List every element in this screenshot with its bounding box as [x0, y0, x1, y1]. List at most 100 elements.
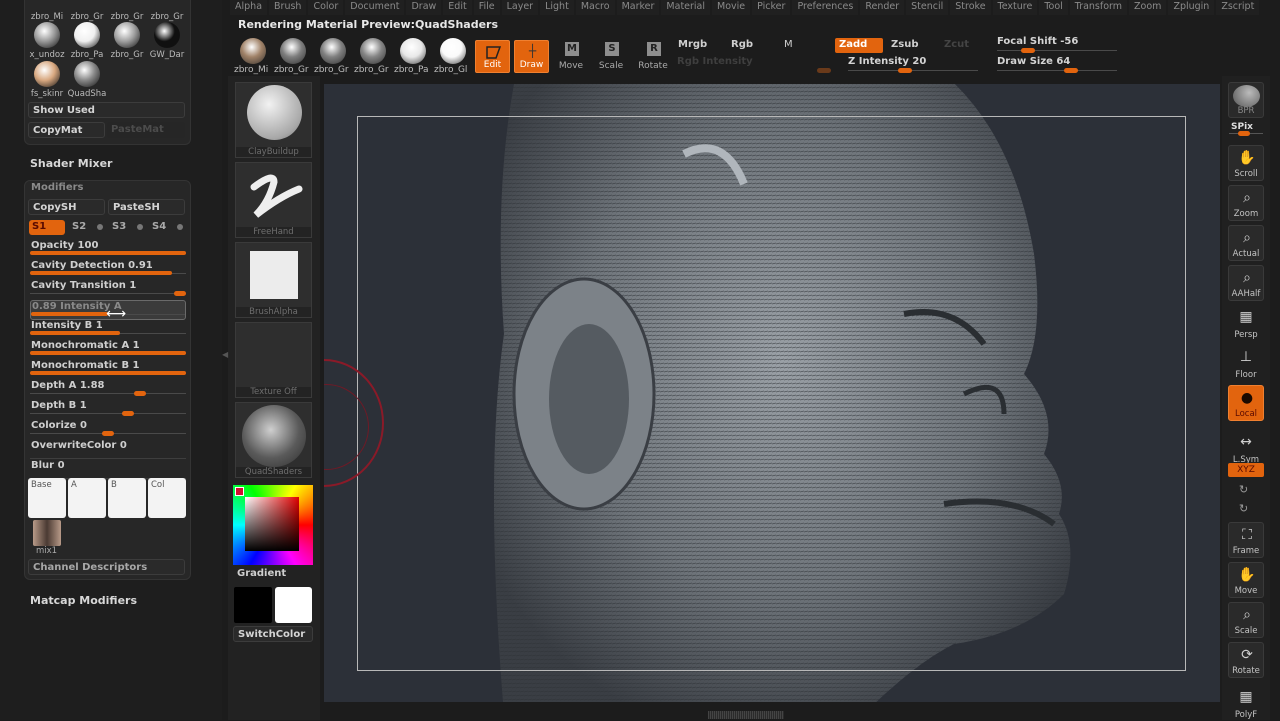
zadd-button[interactable]: Zadd: [835, 38, 883, 53]
secondary-color-swatch[interactable]: [275, 587, 312, 623]
material-swatch[interactable]: zbro_Gr: [147, 0, 187, 22]
bottom-tray-handle[interactable]: [708, 711, 784, 719]
menu-stencil[interactable]: Stencil: [906, 0, 949, 15]
menu-zoom[interactable]: Zoom: [1129, 0, 1167, 15]
copy-mat-button[interactable]: CopyMat: [28, 122, 105, 138]
material-tile[interactable]: QuadShaders: [235, 402, 312, 478]
toolbar-material-swatch[interactable]: [240, 38, 266, 64]
menu-transform[interactable]: Transform: [1069, 0, 1128, 15]
modifier-slider[interactable]: Depth A 1.88: [30, 380, 186, 400]
stroke-tile[interactable]: FreeHand: [235, 162, 312, 238]
m-button[interactable]: M: [780, 38, 797, 53]
modifier-slider[interactable]: Intensity B 1: [30, 320, 186, 340]
menu-edit[interactable]: Edit: [443, 0, 472, 15]
draw-size-knob[interactable]: [1064, 68, 1078, 73]
y-symmetry-icon[interactable]: ↻: [1239, 483, 1248, 496]
actual-button[interactable]: ⌕ Actual: [1228, 225, 1264, 261]
main-color-swatch[interactable]: [234, 587, 272, 623]
nav-move-button[interactable]: ✋ Move: [1228, 562, 1264, 598]
menu-marker[interactable]: Marker: [616, 0, 660, 15]
material-swatch[interactable]: GW_Dar: [147, 22, 187, 60]
z-intensity-knob[interactable]: [898, 68, 912, 73]
matcap-modifiers-title[interactable]: Matcap Modifiers: [30, 594, 137, 607]
focal-shift-knob[interactable]: [1021, 48, 1035, 53]
modifier-slider[interactable]: Monochromatic A 1: [30, 340, 186, 360]
paste-mat-button[interactable]: PasteMat: [107, 122, 185, 138]
toolbar-material-swatch[interactable]: [400, 38, 426, 64]
left-tray-handle[interactable]: ◀: [222, 350, 228, 370]
modifier-slider[interactable]: Opacity 100: [30, 240, 186, 260]
rgb-intensity-knob[interactable]: [817, 68, 831, 73]
slider-knob[interactable]: [174, 291, 186, 296]
rgb-intensity-slider[interactable]: Rgb Intensity: [677, 56, 831, 74]
shader-slot-s4[interactable]: S4: [149, 220, 169, 235]
menu-draw[interactable]: Draw: [406, 0, 442, 15]
zsub-button[interactable]: Zsub: [887, 38, 922, 53]
color-picker[interactable]: [233, 485, 313, 565]
show-used-button[interactable]: Show Used: [28, 102, 185, 118]
material-swatch[interactable]: zbro_Gr: [107, 22, 147, 60]
material-swatch[interactable]: zbro_Mi: [27, 0, 67, 22]
slider-knob[interactable]: [133, 391, 146, 396]
channel-slot-base[interactable]: Base: [28, 478, 66, 518]
color-sv-square[interactable]: [245, 497, 299, 551]
z-intensity-slider[interactable]: Z Intensity 20: [848, 56, 978, 74]
draw-size-slider[interactable]: Draw Size 64: [997, 56, 1117, 74]
menu-preferences[interactable]: Preferences: [792, 0, 859, 15]
local-button[interactable]: ● Local: [1228, 385, 1264, 421]
rotate-button[interactable]: R Rotate: [633, 40, 673, 73]
texture-tile[interactable]: Texture Off: [235, 322, 312, 398]
edit-button[interactable]: Edit: [475, 40, 510, 73]
toolbar-material-swatch[interactable]: [320, 38, 346, 64]
material-swatch[interactable]: zbro_Pa: [67, 22, 107, 60]
hue-marker[interactable]: [235, 487, 244, 496]
lsym-button[interactable]: ↔ L.Sym: [1228, 430, 1264, 466]
shader-slot-s3[interactable]: S3: [109, 220, 129, 235]
menu-picker[interactable]: Picker: [752, 0, 791, 15]
persp-button[interactable]: ▦ Persp: [1228, 305, 1264, 341]
menu-color[interactable]: Color: [308, 0, 344, 15]
nav-scale-button[interactable]: ⌕ Scale: [1228, 602, 1264, 638]
mrgb-button[interactable]: Mrgb: [674, 38, 711, 53]
brush-tile[interactable]: ClayBuildup: [235, 82, 312, 158]
zoom-button[interactable]: ⌕ Zoom: [1228, 185, 1264, 221]
bpr-button[interactable]: BPR: [1228, 82, 1264, 118]
shader-mixer-title[interactable]: Shader Mixer: [30, 157, 112, 170]
draw-button[interactable]: ┼ Draw: [514, 40, 549, 73]
modifier-slider[interactable]: Cavity Detection 0.91: [30, 260, 186, 280]
menu-macro[interactable]: Macro: [575, 0, 615, 15]
slider-knob[interactable]: [102, 431, 114, 436]
channel-slot-b[interactable]: B: [108, 478, 146, 518]
copy-sh-button[interactable]: CopySH: [28, 199, 105, 215]
shader-slot-s2[interactable]: S2: [69, 220, 89, 235]
modifier-slider[interactable]: Depth B 1: [30, 400, 186, 420]
toolbar-material-swatch[interactable]: [280, 38, 306, 64]
menu-render[interactable]: Render: [860, 0, 905, 15]
channel-descriptors-button[interactable]: Channel Descriptors: [28, 559, 185, 575]
scale-button[interactable]: S Scale: [591, 40, 631, 73]
modifier-slider[interactable]: Colorize 0: [30, 420, 186, 440]
menu-texture[interactable]: Texture: [992, 0, 1038, 15]
focal-shift-slider[interactable]: Focal Shift -56: [997, 36, 1117, 54]
rgb-button[interactable]: Rgb: [727, 38, 757, 53]
nav-frame-button[interactable]: ⛶ Frame: [1228, 522, 1264, 558]
menu-stroke[interactable]: Stroke: [950, 0, 991, 15]
modifier-slider[interactable]: Monochromatic B 1: [30, 360, 186, 380]
channel-slot-a[interactable]: A: [68, 478, 106, 518]
material-swatch[interactable]: QuadSha: [67, 61, 107, 99]
move-button[interactable]: M Move: [551, 40, 591, 73]
switch-color-button[interactable]: SwitchColor: [233, 626, 313, 642]
aahalf-button[interactable]: ⌕ AAHalf: [1228, 265, 1264, 301]
document-canvas[interactable]: [324, 84, 1220, 702]
z-symmetry-icon[interactable]: ↻: [1239, 502, 1248, 515]
shader-slot-s1[interactable]: S1: [29, 220, 65, 235]
nav-rotate-button[interactable]: ⟳ Rotate: [1228, 642, 1264, 678]
menu-light[interactable]: Light: [540, 0, 574, 15]
toolbar-material-swatch[interactable]: [360, 38, 386, 64]
menu-tool[interactable]: Tool: [1039, 0, 1068, 15]
paste-sh-button[interactable]: PasteSH: [108, 199, 185, 215]
material-swatch[interactable]: zbro_Gr: [67, 0, 107, 22]
menu-document[interactable]: Document: [345, 0, 405, 15]
menu-file[interactable]: File: [473, 0, 500, 15]
scroll-button[interactable]: ✋ Scroll: [1228, 145, 1264, 181]
